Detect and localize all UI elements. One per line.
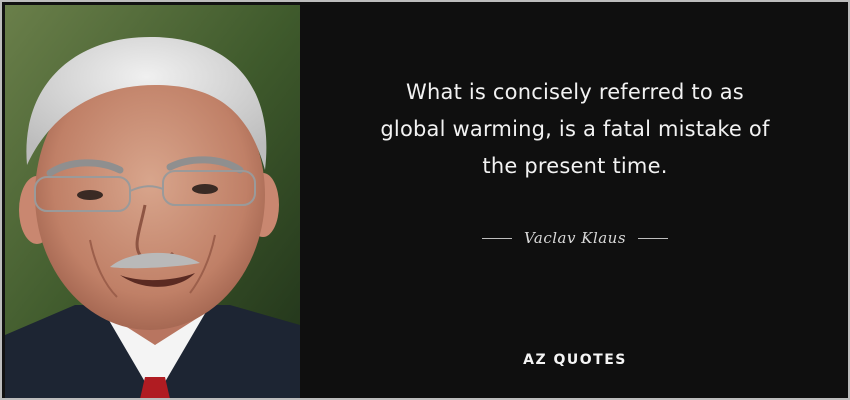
author-attribution: Vaclav Klaus bbox=[300, 226, 848, 250]
right-dash-divider bbox=[638, 237, 669, 239]
quote-line-1: What is concisely referred to as bbox=[406, 80, 744, 104]
quote-text: What is concisely referred to as global … bbox=[300, 74, 848, 185]
left-dash-divider bbox=[481, 237, 512, 239]
brand-logo: AZ QUOTES bbox=[523, 352, 627, 368]
author-name: Vaclav Klaus bbox=[523, 229, 627, 247]
quote-line-2: global warming, is a fatal mistake of bbox=[380, 117, 770, 141]
portrait-photo bbox=[5, 5, 300, 398]
quote-card: What is concisely referred to as global … bbox=[0, 0, 850, 400]
quote-line-3: the present time. bbox=[482, 154, 668, 178]
quote-panel: What is concisely referred to as global … bbox=[300, 2, 848, 398]
